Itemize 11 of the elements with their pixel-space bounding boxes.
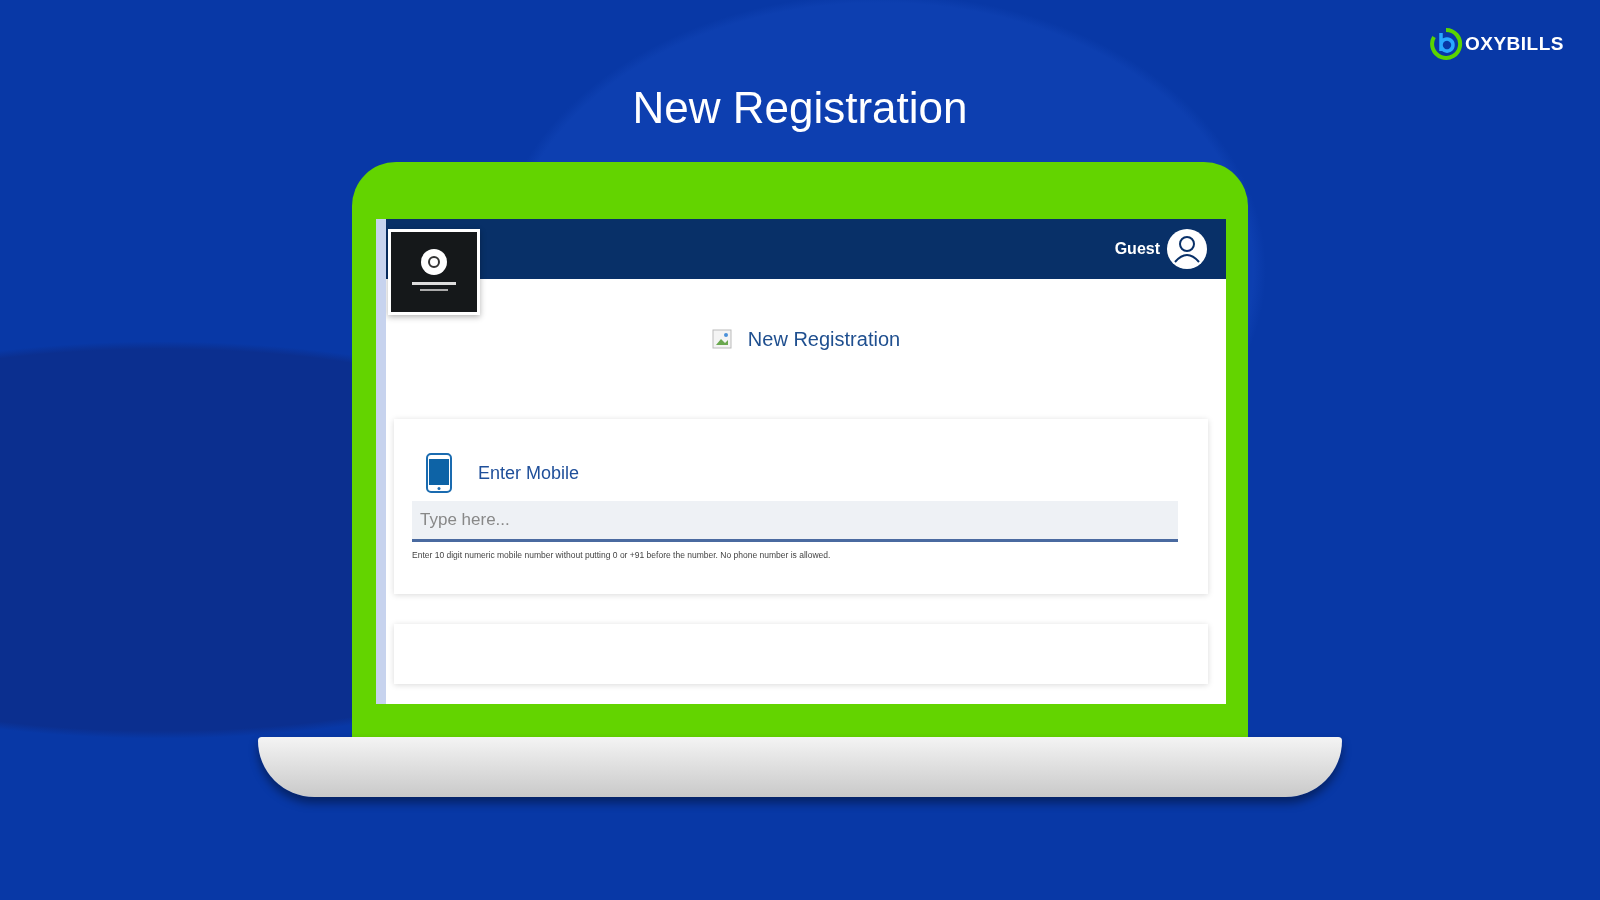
slide-title: New Registration	[632, 82, 968, 134]
brand-name: OXYBILLS	[1465, 33, 1564, 55]
brand-logo-icon	[1429, 27, 1463, 61]
field-label: Enter Mobile	[478, 462, 580, 484]
user-avatar-icon[interactable]	[1166, 228, 1208, 270]
mobile-phone-icon	[426, 453, 452, 493]
page-title: New Registration	[747, 327, 901, 351]
broken-image-icon	[711, 329, 732, 349]
field-hint: Enter 10 digit numeric mobile number without putting 0 or +91 before the number. No phone number is allowed.	[412, 550, 832, 560]
user-name: Guest	[1114, 240, 1160, 258]
mobile-input-field[interactable]: Type here...	[412, 501, 1178, 542]
